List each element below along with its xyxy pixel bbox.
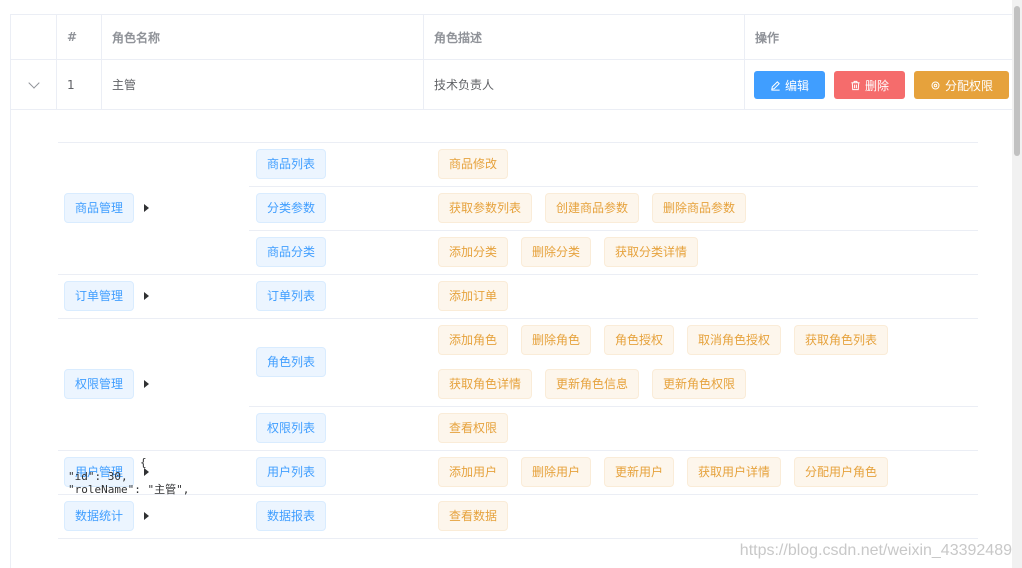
level3-tag[interactable]: 删除商品参数 xyxy=(652,193,747,223)
divider-line xyxy=(249,230,978,231)
level3-tag[interactable]: 获取角色详情 xyxy=(438,369,533,399)
caret-right-icon xyxy=(144,512,149,520)
json-dump-line: { xyxy=(140,456,147,469)
expand-toggle[interactable] xyxy=(11,60,57,109)
caret-right-icon xyxy=(144,204,149,212)
divider-line xyxy=(58,494,978,495)
level3-tag[interactable]: 添加分类 xyxy=(438,237,509,267)
level2-tag[interactable]: 权限列表 xyxy=(256,413,327,443)
edit-button[interactable]: 编辑 xyxy=(754,71,825,99)
scrollbar[interactable] xyxy=(1012,0,1022,568)
level3-tag[interactable]: 获取参数列表 xyxy=(438,193,533,223)
level2-tag[interactable]: 数据报表 xyxy=(256,501,327,531)
row-actions: 编辑 删除 分配权限 xyxy=(745,60,1013,109)
assign-rights-button[interactable]: 分配权限 xyxy=(914,71,1009,99)
edit-icon xyxy=(771,80,780,91)
level3-tag[interactable]: 删除角色 xyxy=(521,325,592,355)
divider-line xyxy=(58,450,978,451)
edit-button-label: 编辑 xyxy=(784,78,809,93)
divider-line xyxy=(249,186,978,187)
table-row: 1 主管 技术负责人 编辑 删除 分配权限 xyxy=(11,60,1013,110)
gear-icon xyxy=(931,81,940,89)
level1-tag[interactable]: 商品管理 xyxy=(64,193,135,223)
header-role-desc: 角色描述 xyxy=(424,15,745,59)
level3-tag[interactable]: 分配用户角色 xyxy=(794,457,889,487)
header-actions: 操作 xyxy=(755,30,780,45)
divider-line xyxy=(58,142,978,143)
row-role-desc: 技术负责人 xyxy=(424,60,745,109)
rights-expand-panel: 商品列表 商品修改 分类参数 获取参数列表 创建商品参数 删除商品参数 商品分类 添加分类 删除… xyxy=(11,110,1013,568)
divider-line xyxy=(58,538,978,539)
caret-right-icon xyxy=(144,292,149,300)
level3-tag[interactable]: 删除用户 xyxy=(521,457,592,487)
header-role-name: 角色名称 xyxy=(102,15,424,59)
divider-line xyxy=(58,318,978,319)
level3-tag[interactable]: 更新角色权限 xyxy=(652,369,747,399)
level1-tag[interactable]: 数据统计 xyxy=(64,501,135,531)
level3-tag[interactable]: 添加订单 xyxy=(438,281,509,311)
level3-tag[interactable]: 商品修改 xyxy=(438,149,509,179)
table-header: # 角色名称 角色描述 操作 xyxy=(11,15,1013,60)
level3-tag[interactable]: 更新用户 xyxy=(604,457,675,487)
json-dump-line: "roleName": "主管", xyxy=(68,483,190,496)
watermark: https://blog.csdn.net/weixin_43392489 xyxy=(739,542,1012,559)
level2-tag[interactable]: 订单列表 xyxy=(256,281,327,311)
level3-tag[interactable]: 添加角色 xyxy=(438,325,509,355)
level2-tag[interactable]: 商品列表 xyxy=(256,149,327,179)
level3-tag[interactable]: 删除分类 xyxy=(521,237,592,267)
divider-line xyxy=(249,406,978,407)
level3-tag[interactable]: 角色授权 xyxy=(604,325,675,355)
level3-tag[interactable]: 创建商品参数 xyxy=(545,193,640,223)
level1-tag[interactable]: 订单管理 xyxy=(64,281,135,311)
row-role-name: 主管 xyxy=(102,60,424,109)
assign-rights-button-label: 分配权限 xyxy=(944,78,993,93)
level3-tag[interactable]: 获取角色列表 xyxy=(794,325,889,355)
level2-tag[interactable]: 分类参数 xyxy=(256,193,327,223)
header-index: # xyxy=(57,15,102,59)
level3-tag[interactable]: 查看权限 xyxy=(438,413,509,443)
json-dump-line: "id": 30, xyxy=(68,470,128,483)
level3-tag[interactable]: 获取用户详情 xyxy=(687,457,782,487)
level2-tag[interactable]: 用户列表 xyxy=(256,457,327,487)
divider-line xyxy=(58,274,978,275)
trash-icon xyxy=(851,80,860,90)
scrollbar-thumb[interactable] xyxy=(1014,6,1020,156)
level3-tag[interactable]: 添加用户 xyxy=(438,457,509,487)
header-expand xyxy=(11,15,57,59)
level2-tag[interactable]: 商品分类 xyxy=(256,237,327,267)
level3-tag[interactable]: 获取分类详情 xyxy=(604,237,699,267)
level3-tag[interactable]: 查看数据 xyxy=(438,501,509,531)
chevron-down-icon xyxy=(27,76,40,89)
row-index: 1 xyxy=(57,60,102,109)
delete-button[interactable]: 删除 xyxy=(834,71,905,99)
level3-tag[interactable]: 取消角色授权 xyxy=(687,325,782,355)
roles-table: # 角色名称 角色描述 操作 1 主管 技术负责人 编辑 删除 分配权限 商品列… xyxy=(10,14,1013,568)
caret-right-icon xyxy=(144,380,149,388)
delete-button-label: 删除 xyxy=(864,78,889,93)
level3-tag[interactable]: 更新角色信息 xyxy=(545,369,640,399)
level2-tag[interactable]: 角色列表 xyxy=(256,347,327,377)
level1-tag[interactable]: 权限管理 xyxy=(64,369,135,399)
